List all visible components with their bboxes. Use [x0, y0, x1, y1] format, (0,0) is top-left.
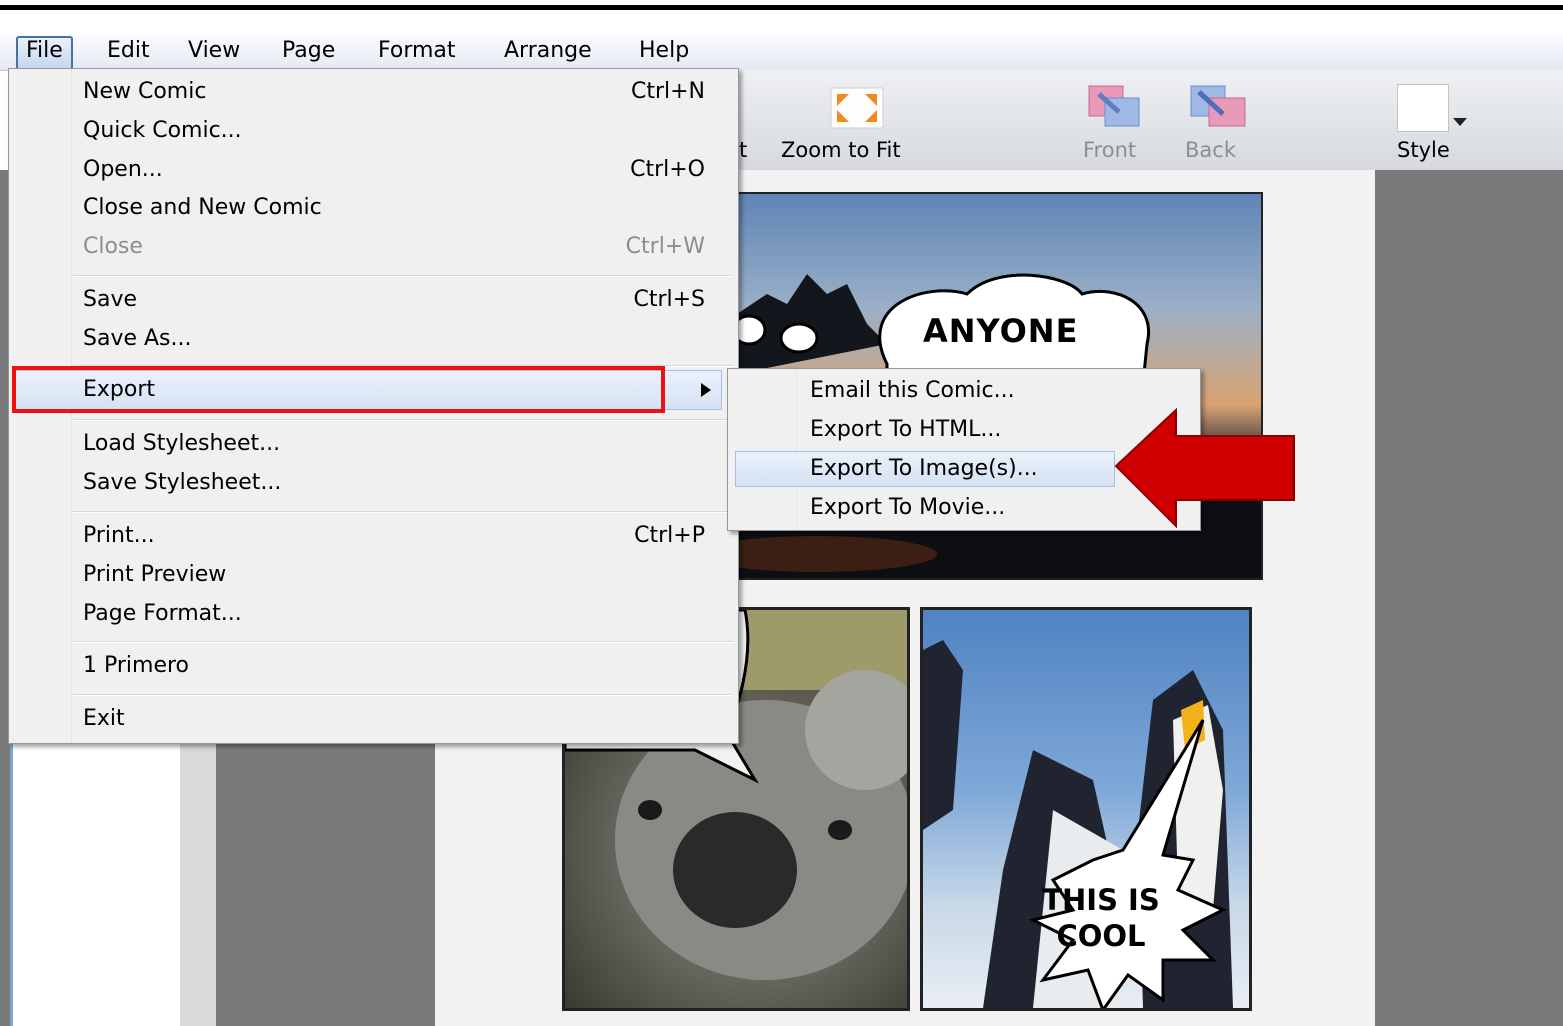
- submenu-item-export-images[interactable]: Export To Image(s)...: [810, 451, 1038, 487]
- toolbar: t Zoom to Fit Front Back Style: [735, 70, 1563, 171]
- submenu-icon-column: [728, 369, 797, 530]
- menu-item-print[interactable]: Print... Ctrl+P: [83, 519, 723, 553]
- menu-item-recent-primero[interactable]: 1 Primero: [83, 649, 723, 683]
- menu-item-label: Load Stylesheet...: [83, 431, 281, 456]
- menu-item-label: Exit: [83, 706, 125, 731]
- menu-item-label: 1 Primero: [83, 653, 190, 678]
- menu-item-label: Close and New Comic: [83, 195, 322, 220]
- menu-item-label: Save: [83, 287, 138, 312]
- menu-item-label: Save Stylesheet...: [83, 470, 282, 495]
- menu-item-page-format[interactable]: Page Format...: [83, 597, 723, 631]
- menu-separator: [73, 275, 733, 277]
- menu-format[interactable]: Format: [370, 36, 464, 66]
- menu-item-exit[interactable]: Exit: [83, 702, 723, 736]
- menu-item-print-preview[interactable]: Print Preview: [83, 558, 723, 592]
- style-label: Style: [1397, 138, 1450, 162]
- menu-item-label: Page Format...: [83, 601, 242, 626]
- menu-item-save-stylesheet[interactable]: Save Stylesheet...: [83, 466, 723, 500]
- menu-item-shortcut: Ctrl+W: [625, 234, 705, 259]
- menu-item-shortcut: Ctrl+O: [630, 157, 705, 182]
- back-button[interactable]: Back: [1183, 78, 1263, 168]
- back-label: Back: [1185, 138, 1236, 162]
- menu-item-label: Print...: [83, 523, 155, 548]
- style-swatch: [1397, 84, 1449, 132]
- menu-item-label: New Comic: [83, 79, 207, 104]
- menu-item-save[interactable]: Save Ctrl+S: [83, 283, 723, 317]
- bring-to-front-icon: [1088, 85, 1140, 127]
- menu-item-label: Print Preview: [83, 562, 227, 587]
- menu-item-close-and-new-comic[interactable]: Close and New Comic: [83, 191, 723, 225]
- zoom-to-fit-icon: [830, 87, 884, 129]
- submenu-item-email-comic[interactable]: Email this Comic...: [810, 373, 1015, 409]
- menu-file[interactable]: File: [16, 36, 73, 70]
- top-border-line: [0, 5, 1563, 10]
- menu-separator: [73, 511, 733, 513]
- submenu-arrow-icon: [701, 383, 711, 397]
- left-panel-strip: [180, 740, 216, 1026]
- front-label: Front: [1083, 138, 1137, 162]
- menu-item-quick-comic[interactable]: Quick Comic...: [83, 114, 723, 148]
- menu-item-label: Save As...: [83, 326, 192, 351]
- dropdown-arrow-icon: [1453, 118, 1467, 126]
- zoom-to-fit-button[interactable]: Zoom to Fit: [781, 78, 941, 168]
- front-button[interactable]: Front: [1079, 78, 1159, 168]
- red-annotation-arrow-icon: [1114, 408, 1295, 528]
- menu-item-label: Quick Comic...: [83, 118, 242, 143]
- export-annotation-highlight: [12, 366, 665, 413]
- submenu-item-export-html[interactable]: Export To HTML...: [810, 412, 1001, 448]
- menu-item-close: Close Ctrl+W: [83, 230, 723, 264]
- menu-item-label: Close: [83, 234, 143, 259]
- zoom-to-fit-label: Zoom to Fit: [781, 138, 901, 162]
- comic-panel-penguins[interactable]: THIS IS COOL: [920, 607, 1252, 1011]
- menu-item-shortcut: Ctrl+S: [633, 287, 705, 312]
- speech-bubble-line-2: COOL: [1056, 919, 1146, 953]
- menu-separator: [73, 694, 733, 696]
- toolbar-partial-label: t: [739, 138, 748, 162]
- menu-help[interactable]: Help: [631, 36, 697, 66]
- menu-item-shortcut: Ctrl+N: [630, 79, 705, 104]
- menu-item-label: Open...: [83, 157, 163, 182]
- submenu-item-export-movie[interactable]: Export To Movie...: [810, 490, 1005, 526]
- menu-arrange[interactable]: Arrange: [496, 36, 600, 66]
- left-panel: [10, 740, 183, 1026]
- menu-view[interactable]: View: [180, 36, 248, 66]
- menu-item-save-as[interactable]: Save As...: [83, 322, 723, 356]
- menu-item-shortcut: Ctrl+P: [634, 523, 705, 548]
- menu-separator: [73, 641, 733, 643]
- speech-bubble-text-1: ANYONE HAVE A: [923, 312, 1079, 356]
- speech-bubble-text-2: THIS IS COOL: [1031, 882, 1171, 954]
- menu-item-new-comic[interactable]: New Comic Ctrl+N: [83, 75, 723, 109]
- speech-bubble-line-1: THIS IS: [1042, 883, 1160, 917]
- send-to-back-icon: [1190, 85, 1246, 127]
- style-button[interactable]: Style: [1389, 78, 1479, 168]
- menu-separator: [73, 419, 733, 421]
- menu-item-load-stylesheet[interactable]: Load Stylesheet...: [83, 427, 723, 461]
- menu-page[interactable]: Page: [274, 36, 343, 66]
- menu-edit[interactable]: Edit: [99, 36, 158, 66]
- menu-item-open[interactable]: Open... Ctrl+O: [83, 153, 723, 187]
